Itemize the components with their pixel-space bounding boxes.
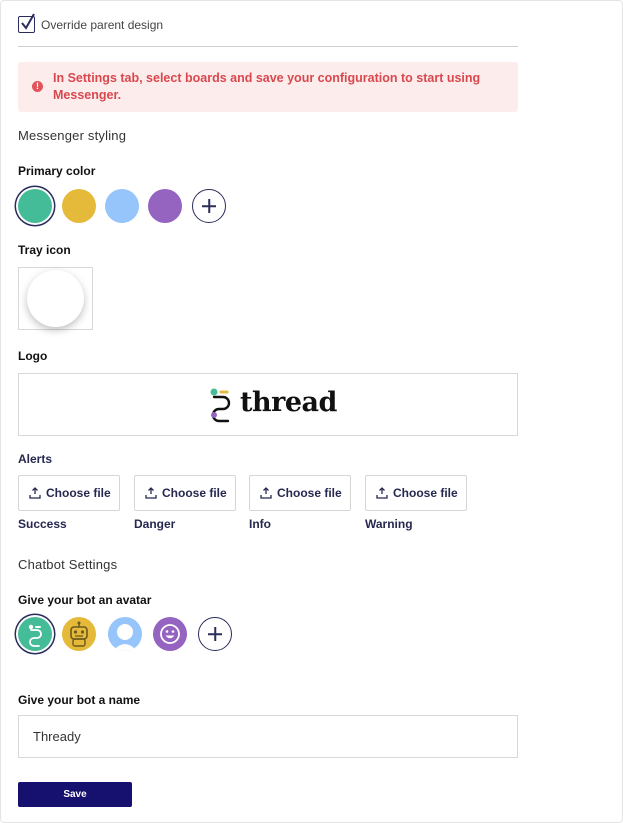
- avatar-smiley-option[interactable]: [153, 617, 187, 651]
- divider: [18, 46, 518, 47]
- primary-color-label: Primary color: [18, 164, 96, 178]
- choose-file-label: Choose file: [46, 486, 111, 500]
- bot-name-label: Give your bot a name: [18, 693, 141, 707]
- choose-file-warning-button[interactable]: Choose file: [365, 475, 467, 511]
- upload-icon: [376, 487, 388, 499]
- color-swatch-blue[interactable]: [105, 189, 139, 223]
- choose-file-danger-button[interactable]: Choose file: [134, 475, 236, 511]
- color-swatch-purple[interactable]: [148, 189, 182, 223]
- avatar-robot-option[interactable]: [62, 617, 96, 651]
- upload-icon: [145, 487, 157, 499]
- choose-file-info-button[interactable]: Choose file: [249, 475, 351, 511]
- bot-avatar-label: Give your bot an avatar: [18, 593, 152, 607]
- alert-caption-warning: Warning: [365, 517, 413, 531]
- color-swatch-yellow[interactable]: [62, 189, 96, 223]
- smiley-icon: [160, 624, 180, 644]
- choose-file-label: Choose file: [277, 486, 342, 500]
- checkmark-icon: [21, 13, 35, 30]
- avatar-thread-option[interactable]: [18, 617, 52, 651]
- thread-logo-icon: [210, 388, 231, 423]
- settings-panel: Override parent design ! In Settings tab…: [0, 0, 623, 823]
- bot-name-input[interactable]: [18, 715, 518, 758]
- alert-message: In Settings tab, select boards and save …: [53, 71, 481, 102]
- tray-icon-picker[interactable]: [18, 267, 93, 330]
- override-label: Override parent design: [41, 18, 164, 32]
- logo-label: Logo: [18, 349, 48, 363]
- user-silhouette-icon: [113, 624, 137, 651]
- alerts-label: Alerts: [18, 452, 53, 466]
- robot-icon: [70, 621, 88, 647]
- color-swatch-green[interactable]: [18, 189, 52, 223]
- thread-logo-icon: [28, 624, 42, 647]
- choose-file-success-button[interactable]: Choose file: [18, 475, 120, 511]
- avatar-person-option[interactable]: [108, 617, 142, 651]
- choose-file-label: Choose file: [393, 486, 458, 500]
- alert-banner: ! In Settings tab, select boards and sav…: [18, 62, 518, 112]
- chatbot-settings-title: Chatbot Settings: [18, 557, 118, 572]
- add-avatar-button[interactable]: [198, 617, 232, 651]
- alert-caption-danger: Danger: [134, 517, 176, 531]
- upload-icon: [29, 487, 41, 499]
- upload-icon: [260, 487, 272, 499]
- tray-icon-preview: [27, 270, 84, 327]
- override-checkbox[interactable]: [18, 13, 35, 33]
- alert-caption-success: Success: [18, 517, 67, 531]
- add-color-button[interactable]: [192, 189, 226, 223]
- alert-caption-info: Info: [249, 517, 271, 531]
- save-button[interactable]: Save: [18, 782, 132, 807]
- choose-file-label: Choose file: [162, 486, 227, 500]
- exclamation-icon: !: [32, 81, 43, 92]
- logo-wordmark: thread: [240, 387, 337, 418]
- messenger-styling-title: Messenger styling: [18, 128, 127, 143]
- logo-upload[interactable]: thread: [18, 373, 518, 436]
- tray-icon-label: Tray icon: [18, 243, 71, 257]
